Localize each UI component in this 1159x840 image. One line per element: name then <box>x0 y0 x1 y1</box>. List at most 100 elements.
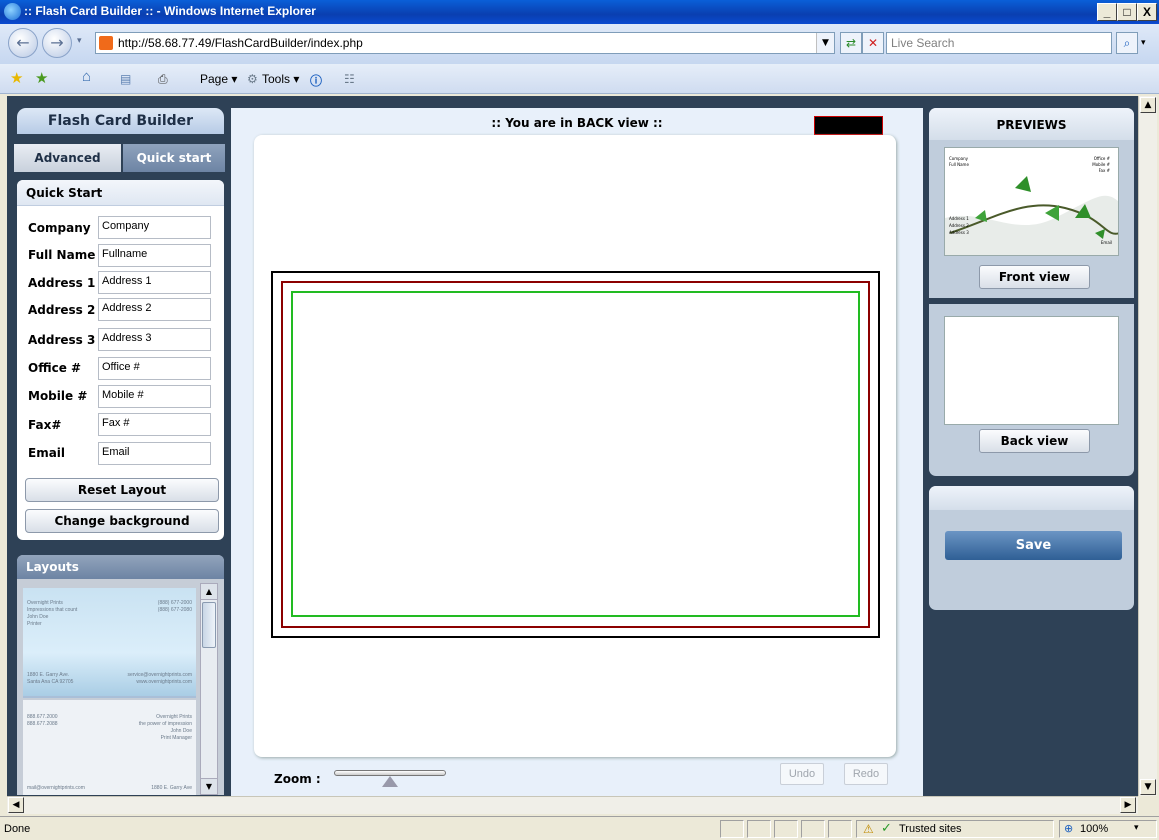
email-field[interactable]: Email <box>98 442 211 465</box>
zoom-level[interactable]: 100% <box>1080 823 1108 835</box>
back-preview[interactable] <box>944 316 1119 425</box>
card-stage <box>254 135 896 757</box>
minimize-button[interactable]: _ <box>1097 3 1117 21</box>
redo-button[interactable]: Redo <box>844 763 888 785</box>
window-title: :: Flash Card Builder :: - Windows Inter… <box>24 4 316 18</box>
status-panel <box>828 820 852 838</box>
help-icon[interactable]: ⓘ <box>310 72 322 89</box>
scroll-left-icon[interactable]: ◀ <box>8 797 24 813</box>
stop-icon[interactable]: ✕ <box>862 32 884 54</box>
search-input[interactable]: Live Search <box>886 32 1112 54</box>
field-label: Address 3 <box>28 333 96 347</box>
thumb-text: 888.677.2088 <box>27 721 58 727</box>
thumb-text: 1880 E. Garry Ave <box>151 785 192 791</box>
field-label: Mobile # <box>28 389 88 403</box>
change-background-button[interactable]: Change background <box>25 509 219 533</box>
maximize-button[interactable]: □ <box>1117 3 1137 21</box>
scroll-up-icon[interactable]: ▲ <box>201 584 217 600</box>
address-bar[interactable]: http://58.68.77.49/FlashCardBuilder/inde… <box>95 32 835 54</box>
scroll-down-icon[interactable]: ▼ <box>1140 779 1156 795</box>
refresh-icon[interactable]: ⇄ <box>840 32 862 54</box>
thumb-text: John Doe <box>27 614 49 620</box>
canvas-area: :: You are in BACK view :: Zoom : Undo R… <box>231 108 923 796</box>
scroll-right-icon[interactable]: ▶ <box>1120 797 1136 813</box>
tab-advanced[interactable]: Advanced <box>14 144 121 172</box>
thumb-text: (888) 677-2080 <box>157 607 192 613</box>
scroll-thumb[interactable] <box>202 602 216 648</box>
layout-thumbnail[interactable]: 888.677.2000 888.677.2088 Overnight Prin… <box>23 700 196 795</box>
page-menu[interactable]: Page ▾ <box>200 72 237 86</box>
layouts-panel: Layouts Overnight Prints Impressions tha… <box>17 555 224 795</box>
forward-icon[interactable]: → <box>42 28 72 58</box>
search-icon[interactable]: ⌕ <box>1116 32 1138 54</box>
address1-field[interactable]: Address 1 <box>98 271 211 294</box>
zoom-slider-thumb[interactable] <box>382 776 398 787</box>
thumb-text: Overnight Prints <box>156 714 192 720</box>
tools-gear-icon: ⚙ <box>247 72 258 86</box>
search-options-icon[interactable]: ▾ <box>1141 38 1146 48</box>
page-favicon-icon <box>99 36 113 50</box>
scroll-up-icon[interactable]: ▲ <box>1140 97 1156 113</box>
address-dropdown-icon[interactable]: ▼ <box>816 33 834 53</box>
thumb-text: service@overnightprints.com <box>127 672 192 678</box>
field-label: Fax# <box>28 418 62 432</box>
tab-quick-start[interactable]: Quick start <box>123 144 225 172</box>
research-icon[interactable]: ☷ <box>344 72 355 86</box>
security-zone[interactable]: Trusted sites <box>899 823 962 835</box>
zoom-dropdown-icon[interactable]: ▾ <box>1134 823 1139 833</box>
preview-text: Company <box>949 156 969 161</box>
favorites-star-icon[interactable]: ★ <box>10 69 23 87</box>
field-label: Email <box>28 446 66 460</box>
mode-tabs: Advanced Quick start <box>14 144 225 172</box>
card-safe-area[interactable] <box>291 291 860 617</box>
save-button[interactable]: Save <box>945 531 1122 560</box>
back-view-button[interactable]: Back view <box>979 429 1090 453</box>
front-preview[interactable]: Company Full Name Office # Mobile # Fax … <box>944 147 1119 256</box>
preview-text: Address 1 <box>949 216 969 221</box>
fax-field[interactable]: Fax # <box>98 413 211 436</box>
print-icon[interactable]: ⎙ <box>158 72 168 87</box>
status-panel <box>774 820 798 838</box>
layouts-scrollbar[interactable]: ▲ ▼ <box>200 583 218 795</box>
url-text[interactable]: http://58.68.77.49/FlashCardBuilder/inde… <box>118 36 363 50</box>
preview-text: Fax # <box>1098 168 1110 173</box>
status-text: Done <box>4 823 31 835</box>
preview-text: Office # <box>1093 156 1110 161</box>
page-vertical-scrollbar[interactable]: ▲ ▼ <box>1138 96 1157 796</box>
color-swatch[interactable] <box>814 116 883 135</box>
front-view-button[interactable]: Front view <box>979 265 1090 289</box>
undo-button[interactable]: Undo <box>780 763 824 785</box>
ie-logo-icon <box>4 3 21 20</box>
web-page: Flash Card Builder Advanced Quick start … <box>7 96 1138 796</box>
add-favorites-icon[interactable]: ★ <box>35 69 48 87</box>
page-horizontal-scrollbar[interactable]: ◀ ▶ <box>7 796 1138 814</box>
feeds-icon[interactable]: ▤ <box>120 72 131 86</box>
home-icon[interactable]: ⌂ <box>82 68 91 85</box>
close-button[interactable]: X <box>1137 3 1157 21</box>
status-panel <box>747 820 771 838</box>
company-field[interactable]: Company <box>98 216 211 239</box>
status-panel <box>720 820 744 838</box>
office-field[interactable]: Office # <box>98 357 211 380</box>
zoom-panel[interactable]: ⊕ 100% ▾ <box>1059 820 1157 838</box>
fullname-field[interactable]: Fullname <box>98 244 211 267</box>
tools-menu[interactable]: Tools ▾ <box>262 72 299 86</box>
mobile-field[interactable]: Mobile # <box>98 385 211 408</box>
history-dropdown-icon[interactable]: ▾ <box>77 36 82 46</box>
protected-mode-icon[interactable]: ⚠ <box>863 822 874 836</box>
layouts-heading: Layouts <box>17 555 224 579</box>
trusted-check-icon: ✓ <box>881 821 892 836</box>
command-bar: ★ ★ ⌂ ▤ ⎙ Page ▾ ⚙ Tools ▾ ⓘ ☷ <box>0 64 1159 94</box>
field-label: Full Name <box>28 248 96 262</box>
scroll-down-icon[interactable]: ▼ <box>201 778 217 794</box>
thumb-text: www.overnightprints.com <box>136 679 192 685</box>
address3-field[interactable]: Address 3 <box>98 328 211 351</box>
thumb-text: Print Manager <box>160 735 192 741</box>
reset-layout-button[interactable]: Reset Layout <box>25 478 219 502</box>
back-icon[interactable]: ← <box>8 28 38 58</box>
thumb-text: Impressions that count <box>27 607 78 613</box>
layout-thumbnail[interactable]: Overnight Prints Impressions that count … <box>23 588 196 698</box>
thumb-text: John Doe <box>170 728 192 734</box>
address2-field[interactable]: Address 2 <box>98 298 211 321</box>
previews-heading: PREVIEWS <box>929 108 1134 140</box>
